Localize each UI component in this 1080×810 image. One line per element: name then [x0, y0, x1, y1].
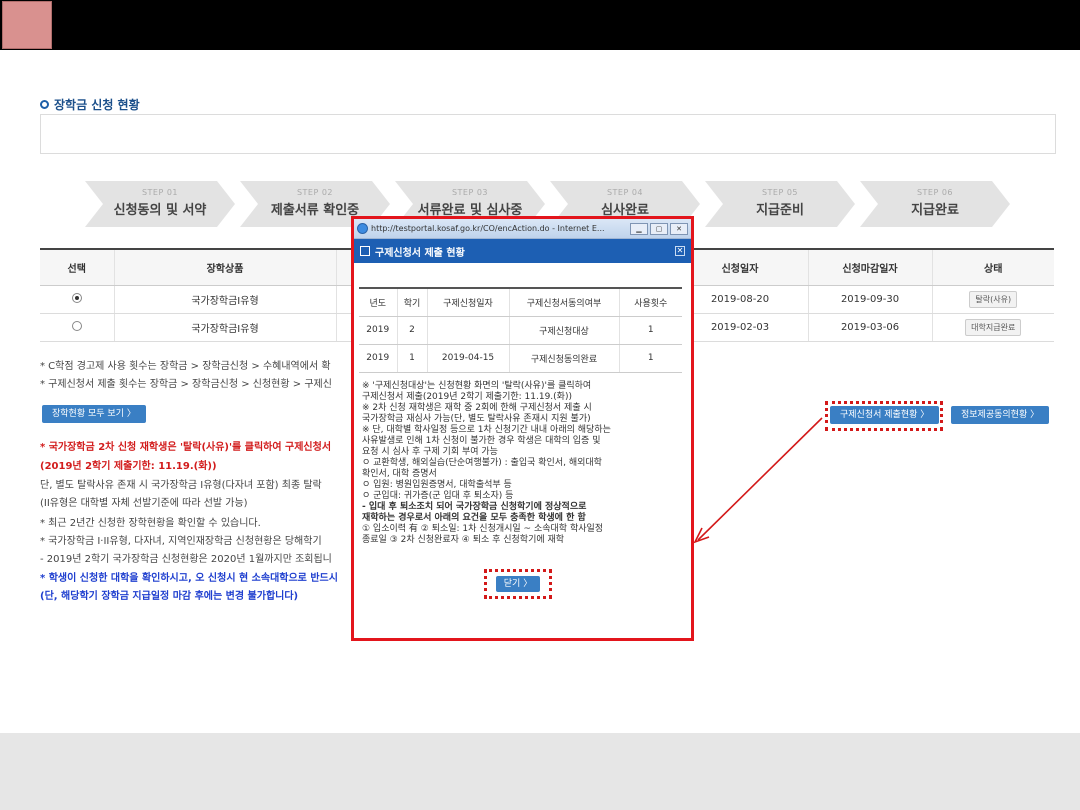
notice-line: (II유형은 대학별 자체 선발기준에 따라 선발 가능) — [40, 498, 248, 509]
consent-cell: 구제신청동의완료 — [508, 344, 619, 373]
status-badge: 대학지급완료 — [965, 318, 1022, 336]
deadline-cell: 2019-09-30 — [807, 285, 932, 314]
notice-line: * 국가장학금 I·II유형, 다자녀, 지역인재장학금 신청현황은 당해학기 — [40, 536, 322, 547]
note-line: * C학점 경고제 사용 횟수는 장학금 > 장학금신청 > 수혜내역에서 확 — [40, 361, 331, 372]
popup-window-title: http://testportal.kosaf.go.kr/CO/encActi… — [371, 224, 605, 233]
popup-note-line: ※ '구제신청대상'는 신청현황 화면의 '탈락(사유)'를 클릭하여 — [362, 381, 592, 391]
col-consent: 구제신청서동의여부 — [508, 287, 619, 317]
col-header-product: 장학상품 — [113, 248, 336, 286]
circle-bullet-icon — [40, 100, 49, 109]
date-cell: 2019-04-15 — [426, 344, 509, 373]
top-bar — [0, 0, 1080, 50]
notice-line: (단, 해당학기 장학금 지급일정 마감 후에는 변경 불가합니다) — [40, 591, 299, 602]
col-term: 학기 — [396, 287, 427, 317]
section-title: 장학금 신청 현황 — [40, 96, 140, 113]
minimize-icon[interactable]: ▁ — [630, 222, 648, 235]
step-5: STEP 05 지급준비 — [705, 181, 855, 227]
popup-note-line: 국가장학금 재심사 가능(단, 별도 탈락사유 존재시 지원 불가) — [362, 414, 591, 424]
footer-bar — [0, 733, 1080, 810]
col-year: 년도 — [359, 287, 397, 317]
popup-title: 구제신청서 제출 현황 — [375, 247, 465, 259]
product-cell: 국가장학금I유형 — [113, 285, 336, 314]
col-count: 사용횟수 — [618, 287, 682, 317]
popup-close-icon[interactable]: ✕ — [675, 246, 685, 256]
deadline-cell: 2019-03-06 — [807, 313, 932, 342]
popup-note-line: 사유발생로 인해 1차 신청이 불가한 경우 학생은 대학의 입증 및 — [362, 436, 601, 446]
popup-note-line: ※ 2차 신청 재학생은 재학 중 2회에 한해 구제신청서 제출 시 — [362, 403, 592, 413]
popup-note-line: ① 입소이력 有 ② 퇴소일: 1차 신청개시일 ~ 소속대학 학사일정 — [362, 524, 604, 534]
date-cell — [426, 316, 509, 345]
popup-note-line: 확인서, 대학 증명서 — [362, 469, 437, 479]
col-header-status: 상태 — [931, 248, 1054, 286]
close-highlight-box — [484, 569, 552, 599]
relief-header-row: 년도 학기 구제신청일자 구제신청서동의여부 사용횟수 — [359, 287, 682, 317]
table-row: 2019 1 2019-04-15 구제신청동의완료 1 — [359, 344, 682, 373]
view-all-button[interactable]: 장학현황 모두 보기 〉 — [42, 405, 146, 423]
info-box — [40, 114, 1056, 154]
count-cell: 1 — [618, 344, 682, 373]
popup-notes: ※ '구제신청대상'는 신청현황 화면의 '탈락(사유)'를 클릭하여 구제신청… — [362, 381, 692, 546]
notice-line: * 국가장학금 2차 신청 재학생은 '탈락(사유)'를 클릭하여 구제신청서 — [40, 442, 332, 453]
term-cell: 2 — [396, 316, 427, 345]
header-square-icon — [360, 246, 370, 256]
col-header-deadline: 신청마감일자 — [807, 248, 932, 286]
ie-browser-icon — [357, 223, 368, 234]
notice-line: * 최근 2년간 신청한 장학현황을 확인할 수 있습니다. — [40, 518, 261, 529]
notice-line: * 학생이 신청한 대학을 확인하시고, 오 신청시 현 소속대학으로 반드시 — [40, 573, 338, 584]
popup-note-line: ㅇ 교환학생, 해외실습(단순여행불가) : 출입국 확인서, 해외대학 — [362, 458, 602, 468]
step-6: STEP 06 지급완료 — [860, 181, 1010, 227]
notice-line: (2019년 2학기 제출기한: 11.19.(화)) — [40, 461, 217, 472]
term-cell: 1 — [396, 344, 427, 373]
window-close-icon[interactable]: ✕ — [670, 222, 688, 235]
popup-window-titlebar: http://testportal.kosaf.go.kr/CO/encActi… — [354, 219, 691, 239]
col-header-select: 선택 — [40, 248, 114, 286]
relief-table: 년도 학기 구제신청일자 구제신청서동의여부 사용횟수 2019 2 구제신청대… — [359, 287, 682, 373]
year-cell: 2019 — [359, 344, 397, 373]
relief-status-popup: http://testportal.kosaf.go.kr/CO/encActi… — [351, 216, 694, 641]
row-select-radio[interactable] — [71, 320, 82, 331]
info-share-button[interactable]: 정보제공동의현황 〉 — [951, 406, 1050, 424]
col-date: 구제신청일자 — [426, 287, 509, 317]
notice-line: 단, 별도 탈락사유 존재 시 국가장학금 I유형(다자녀 포함) 최종 탈락 — [40, 480, 322, 491]
consent-cell: 구제신청대상 — [508, 316, 619, 345]
maximize-icon[interactable]: ▢ — [650, 222, 668, 235]
count-cell: 1 — [618, 316, 682, 345]
popup-header: 구제신청서 제출 현황 ✕ — [354, 239, 691, 263]
popup-note-line: 재학하는 경우로서 아래의 요건을 모두 충족한 학생에 한 함 — [362, 513, 586, 523]
highlight-box — [825, 401, 943, 431]
popup-note-line: ㅇ 입원: 병원입원증명서, 대학출석부 등 — [362, 480, 512, 490]
popup-note-line: 종료일 ③ 2차 신청완료자 ④ 퇴소 후 신청학기에 재학 — [362, 535, 565, 545]
section-title-text: 장학금 신청 현황 — [54, 98, 140, 112]
slide-marker — [2, 1, 52, 49]
popup-note-line: - 입대 후 퇴소조치 되어 국가장학금 신청학기에 정상적으로 — [362, 502, 587, 512]
table-row: 2019 2 구제신청대상 1 — [359, 316, 682, 345]
product-cell: 국가장학금I유형 — [113, 313, 336, 342]
popup-note-line: 구제신청서 제출(2019년 2학기 제출기한: 11.19.(화)) — [362, 392, 572, 402]
note-line: * 구제신청서 제출 횟수는 장학금 > 장학금신청 > 신청현황 > 구제신 — [40, 379, 332, 390]
step-1: STEP 01 신청동의 및 서약 — [85, 181, 235, 227]
popup-note-line: ※ 단, 대학별 학사일정 등으로 1차 신청기간 내내 아래의 해당하는 — [362, 425, 611, 435]
row-select-radio[interactable] — [71, 292, 82, 303]
popup-note-line: ㅇ 군입대: 귀가증(군 입대 후 퇴소자) 등 — [362, 491, 514, 501]
status-badge[interactable]: 탈락(사유) — [969, 290, 1018, 308]
notice-line: - 2019년 2학기 국가장학금 신청현황은 2020년 1월까지만 조회됩니 — [40, 554, 332, 565]
year-cell: 2019 — [359, 316, 397, 345]
popup-note-line: 요청 시 심사 후 구제 기회 부여 가능 — [362, 447, 498, 457]
